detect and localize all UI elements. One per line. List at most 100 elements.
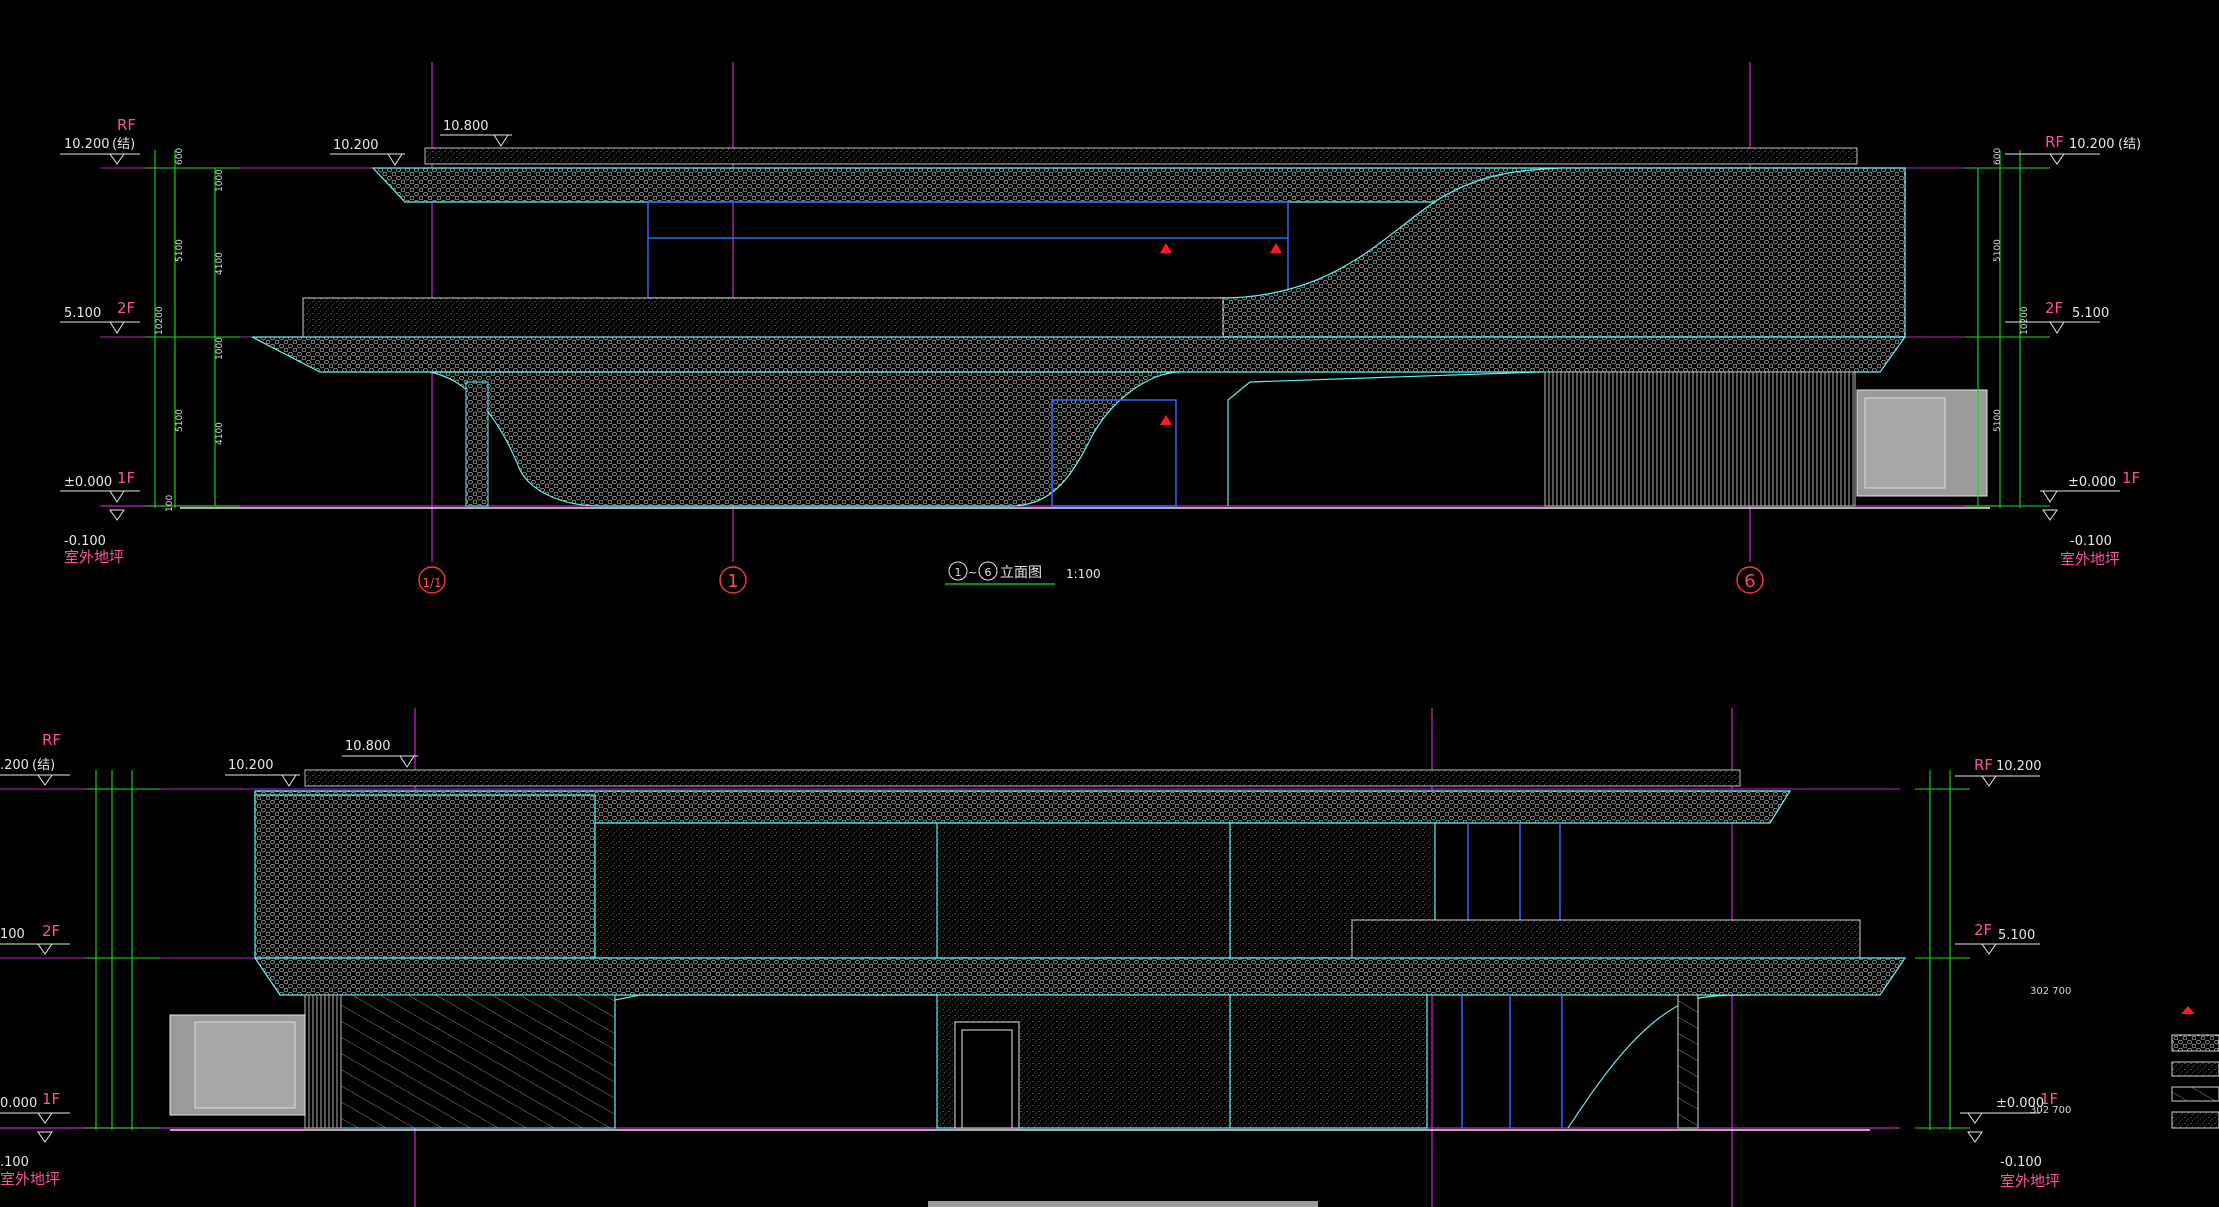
column-right bbox=[1677, 994, 1699, 1129]
title-text: 立面图 bbox=[1000, 565, 1042, 581]
glazing-ground-right bbox=[1461, 995, 1563, 1128]
level-floor: RF bbox=[2045, 133, 2064, 151]
level-elev: 10.200 bbox=[2069, 137, 2115, 152]
upper-left-hex-block bbox=[254, 794, 596, 959]
floor-slab-2f bbox=[251, 336, 1907, 373]
dim-lower-left: 5100 bbox=[175, 409, 185, 432]
level-elev: 10.200 bbox=[64, 137, 110, 152]
title-sep: ~ bbox=[968, 566, 977, 579]
grid-label: 1 bbox=[727, 571, 738, 592]
levels-right-1: 10.200 (结) RF 5.100 2F ±0.000 1F -0.100 … bbox=[2005, 133, 2141, 568]
legend-perforated-icon bbox=[2171, 1061, 2219, 1077]
level-floor: 1F bbox=[117, 469, 135, 487]
legend-hex-mesh-icon bbox=[2171, 1034, 2219, 1052]
ground-sculpted-body bbox=[429, 371, 1181, 507]
level-note: 室外地坪 bbox=[2060, 550, 2120, 568]
level-note: (结) bbox=[32, 758, 55, 773]
grid-label: 6 bbox=[1744, 571, 1755, 592]
vertical-louvre-panel bbox=[1544, 371, 1856, 507]
dim-chain-right bbox=[1965, 150, 2050, 508]
level-elev: ±0.000 bbox=[64, 475, 112, 490]
level-elev: 5.100 bbox=[2072, 306, 2109, 321]
triangle-marker-icon bbox=[1160, 415, 1172, 425]
level-note: 室外地坪 bbox=[2000, 1172, 2060, 1190]
roof-parapet bbox=[424, 147, 1858, 165]
balcony-rail-2f bbox=[302, 297, 1224, 338]
level-floor: 1F bbox=[2122, 469, 2140, 487]
elevation-1: 10200 5100 5100 600 1000 4100 1000 4100 … bbox=[60, 62, 2141, 594]
dim-parapet-left: 600 bbox=[175, 148, 185, 165]
level-floor: 2F bbox=[117, 299, 135, 317]
level-elev: 5.100 bbox=[1998, 928, 2035, 943]
level-floor: 1F bbox=[42, 1090, 60, 1108]
dim-glazing2-left: 4100 bbox=[215, 422, 225, 445]
level-elev: 5.100 bbox=[64, 306, 101, 321]
dim-overall-right: 10200 bbox=[2020, 306, 2030, 335]
level-floor: 2F bbox=[1974, 921, 1992, 939]
upper-dotted-wall bbox=[594, 822, 1436, 959]
status-bar-fragment bbox=[928, 1201, 1318, 1207]
grid-label: 1/1 bbox=[422, 576, 441, 590]
dim-parapet-right: 600 bbox=[1993, 148, 2003, 165]
level-note: 室外地坪 bbox=[0, 1170, 60, 1188]
level-elev: 10.800 bbox=[345, 739, 391, 754]
levels-right-2: RF 10.200 2F 5.100 1F ±0.000 -0.100 室外地坪… bbox=[1955, 756, 2071, 1190]
level-elev: 0.000 bbox=[0, 1096, 37, 1111]
levels-left-1: 10.200 (结) RF 5.100 2F ±0.000 1F -0.100 … bbox=[60, 116, 140, 566]
column-left bbox=[465, 381, 489, 507]
dim-chain-left bbox=[85, 770, 160, 1130]
legend-dot-icon bbox=[2171, 1111, 2219, 1129]
dim-upper-right: 5100 bbox=[1993, 239, 2003, 262]
elevation-2: RF .200 (结) 2F 100 1F 0.000 .100 室外地坪 RF… bbox=[0, 708, 2071, 1207]
facade-edge-1f bbox=[614, 994, 935, 1128]
dim-overall-left: 10200 bbox=[155, 306, 165, 335]
level-elev: 10.200 bbox=[1996, 759, 2042, 774]
dim-ceiling-left: 1000 bbox=[215, 169, 225, 192]
level-elev: 10.800 bbox=[443, 119, 489, 134]
cad-drawing-canvas[interactable]: 10200 5100 5100 600 1000 4100 1000 4100 … bbox=[0, 0, 2219, 1207]
level-note: (结) bbox=[2118, 137, 2141, 152]
dim-upper-left: 5100 bbox=[175, 239, 185, 262]
triangle-marker-icon bbox=[1270, 243, 1282, 253]
level-elev: .200 bbox=[0, 758, 29, 773]
level-floor: RF bbox=[1974, 756, 1993, 774]
legend-triangle-marker-icon bbox=[2181, 1006, 2195, 1014]
glazing-upper-right bbox=[1467, 823, 1561, 920]
dim-ceiling2-left: 1000 bbox=[215, 337, 225, 360]
legend-hatch-icon bbox=[2171, 1086, 2219, 1102]
tag-label: 302 700 bbox=[2030, 1105, 2071, 1116]
triangle-marker-icon bbox=[1160, 243, 1172, 253]
facade-edge-1f bbox=[1227, 371, 1541, 506]
roof-parapet bbox=[304, 769, 1741, 787]
ground-glazing-hatched bbox=[304, 994, 616, 1129]
dim-lower-right: 5100 bbox=[1993, 409, 2003, 432]
level-elev: -0.100 bbox=[2070, 534, 2112, 549]
title-scale: 1:100 bbox=[1066, 567, 1101, 581]
level-elev: 10.200 bbox=[228, 758, 274, 773]
level-elev: ±0.000 bbox=[2068, 475, 2116, 490]
level-floor: RF bbox=[117, 116, 136, 134]
level-elev: .100 bbox=[0, 1155, 29, 1170]
tag-label: 302 700 bbox=[2030, 986, 2071, 997]
level-elev: -0.100 bbox=[64, 534, 106, 549]
level-elev: -0.100 bbox=[2000, 1155, 2042, 1170]
levels-left-2: RF .200 (结) 2F 100 1F 0.000 .100 室外地坪 bbox=[0, 731, 70, 1188]
title-grid-b: 6 bbox=[985, 566, 992, 579]
title-grid-a: 1 bbox=[955, 566, 962, 579]
curved-edge bbox=[1567, 994, 1751, 1129]
legend bbox=[2171, 1006, 2219, 1129]
level-floor: 2F bbox=[2045, 299, 2063, 317]
floor-slab-2f bbox=[253, 957, 1907, 996]
dim-base-left: 100 bbox=[165, 495, 175, 512]
level-elev: 10.200 bbox=[333, 138, 379, 153]
glazing-2f bbox=[647, 201, 1289, 299]
dim-chain-right bbox=[1915, 770, 1970, 1130]
drawing-title-1: 1 ~ 6 立面图 1:100 bbox=[945, 561, 1101, 585]
level-floor: 2F bbox=[42, 922, 60, 940]
dim-glazing-left: 4100 bbox=[215, 252, 225, 275]
level-floor: RF bbox=[42, 731, 61, 749]
level-note: 室外地坪 bbox=[64, 548, 124, 566]
level-elev: 100 bbox=[0, 927, 25, 942]
level-note: (结) bbox=[112, 137, 135, 152]
entrance-door bbox=[954, 1021, 1020, 1129]
